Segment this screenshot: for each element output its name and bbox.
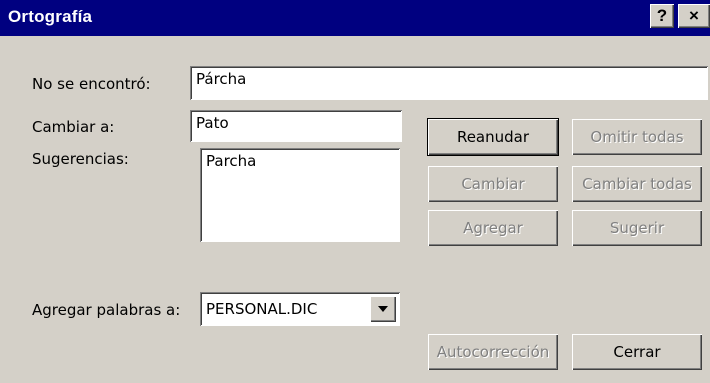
change-button-label: Cambiar	[461, 175, 525, 193]
close-button-label: Cerrar	[613, 343, 661, 361]
window-title: Ortografía	[8, 7, 93, 26]
change-to-value: Pato	[196, 114, 229, 132]
not-found-value: Párcha	[196, 70, 247, 88]
change-button[interactable]: Cambiar	[428, 166, 558, 202]
dictionary-value: PERSONAL.DIC	[206, 300, 318, 318]
list-item[interactable]: Parcha	[206, 152, 394, 170]
dictionary-select[interactable]: PERSONAL.DIC	[200, 292, 400, 326]
not-found-field[interactable]: Párcha	[190, 66, 708, 100]
add-button[interactable]: Agregar	[428, 210, 558, 246]
add-button-label: Agregar	[463, 219, 523, 237]
not-found-label: No se encontró:	[32, 75, 151, 93]
spelling-dialog: Ortografía ? × No se encontró: Párcha Ca…	[0, 0, 710, 383]
suggest-button[interactable]: Sugerir	[572, 210, 702, 246]
change-all-button[interactable]: Cambiar todas	[572, 166, 702, 202]
add-words-label: Agregar palabras a:	[32, 301, 181, 319]
help-icon[interactable]: ?	[650, 4, 674, 28]
chevron-down-icon[interactable]	[370, 296, 396, 322]
suggestions-list[interactable]: Parcha	[200, 148, 400, 242]
suggestions-label: Sugerencias:	[32, 150, 129, 168]
autocorrect-button[interactable]: Autocorrección	[428, 334, 558, 370]
resume-button[interactable]: Reanudar	[428, 119, 558, 155]
close-icon[interactable]: ×	[678, 4, 710, 28]
change-to-field[interactable]: Pato	[190, 110, 402, 142]
autocorrect-button-label: Autocorrección	[436, 343, 550, 361]
ignore-all-button-label: Omitir todas	[590, 128, 684, 146]
close-button[interactable]: Cerrar	[572, 334, 702, 370]
ignore-all-button[interactable]: Omitir todas	[572, 119, 702, 155]
resume-button-label: Reanudar	[456, 128, 530, 146]
suggest-button-label: Sugerir	[609, 219, 665, 237]
title-bar[interactable]: Ortografía ? ×	[0, 0, 710, 36]
change-all-button-label: Cambiar todas	[582, 175, 692, 193]
change-to-label: Cambiar a:	[32, 118, 115, 136]
